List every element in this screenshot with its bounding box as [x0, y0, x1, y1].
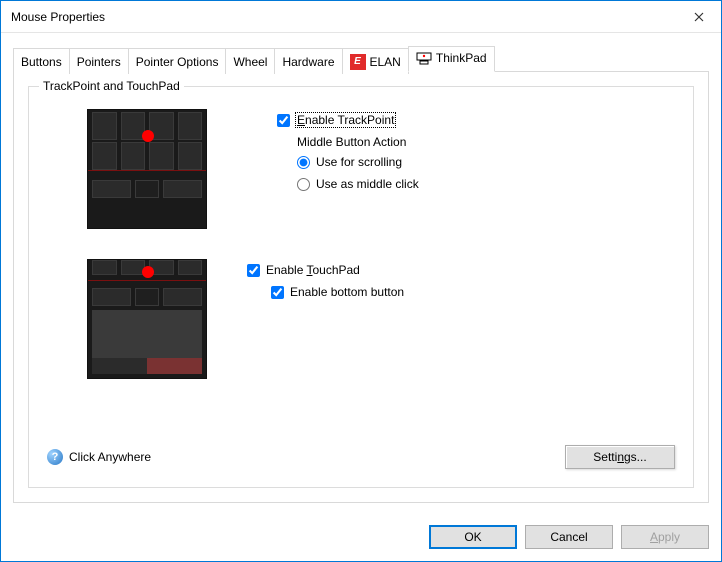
tab-buttons[interactable]: Buttons — [13, 48, 70, 74]
close-button[interactable] — [676, 1, 721, 33]
tab-label: ThinkPad — [436, 51, 487, 65]
ok-button[interactable]: OK — [429, 525, 517, 549]
tab-pointers[interactable]: Pointers — [69, 48, 129, 74]
groupbox-title: TrackPoint and TouchPad — [39, 79, 184, 93]
dialog-body: Buttons Pointers Pointer Options Wheel H… — [1, 33, 721, 515]
middle-button-action-label: Middle Button Action — [297, 135, 675, 149]
titlebar: Mouse Properties — [1, 1, 721, 33]
tab-label: Hardware — [282, 55, 334, 69]
enable-bottom-button-label: Enable bottom button — [290, 285, 404, 299]
tab-label: Wheel — [233, 55, 267, 69]
trackpoint-dot-icon — [142, 266, 154, 278]
tab-label: Pointers — [77, 55, 121, 69]
trackpoint-section: Enable TrackPoint Middle Button Action U… — [47, 109, 675, 229]
tab-hardware[interactable]: Hardware — [274, 48, 342, 74]
enable-touchpad-input[interactable] — [247, 264, 260, 277]
trackpoint-options: Enable TrackPoint Middle Button Action U… — [277, 109, 675, 199]
radio-use-as-middle-click[interactable]: Use as middle click — [297, 177, 675, 191]
click-anywhere-link[interactable]: ? Click Anywhere — [47, 449, 151, 465]
enable-bottom-button-input[interactable] — [271, 286, 284, 299]
radio-use-as-middle-click-input[interactable] — [297, 178, 310, 191]
radio-label: Use as middle click — [316, 177, 419, 191]
tab-label: Buttons — [21, 55, 62, 69]
click-anywhere-label: Click Anywhere — [69, 450, 151, 464]
dialog-button-row: OK Cancel Apply — [1, 515, 721, 561]
touchpad-preview — [87, 259, 207, 379]
enable-trackpoint-label: Enable TrackPoint — [296, 113, 395, 127]
apply-button[interactable]: Apply — [621, 525, 709, 549]
enable-trackpoint-checkbox[interactable]: Enable TrackPoint — [277, 113, 675, 127]
tab-elan[interactable]: E ELAN — [342, 48, 409, 74]
thinkpad-icon — [416, 50, 432, 66]
tab-wheel[interactable]: Wheel — [225, 48, 275, 74]
group-bottom-row: ? Click Anywhere Settings... — [47, 445, 675, 469]
enable-touchpad-label: Enable TouchPad — [266, 263, 360, 277]
radio-label: Use for scrolling — [316, 155, 402, 169]
enable-trackpoint-input[interactable] — [277, 114, 290, 127]
window-title: Mouse Properties — [11, 10, 676, 24]
radio-use-for-scrolling-input[interactable] — [297, 156, 310, 169]
tab-thinkpad[interactable]: ThinkPad — [408, 46, 495, 72]
mouse-properties-dialog: Mouse Properties Buttons Pointers Pointe… — [0, 0, 722, 562]
group-trackpoint-touchpad: TrackPoint and TouchPad Enable TrackPoin… — [28, 86, 694, 488]
elan-icon: E — [350, 54, 366, 70]
tab-strip: Buttons Pointers Pointer Options Wheel H… — [13, 46, 709, 72]
trackpoint-dot-icon — [142, 130, 154, 142]
tab-pointer-options[interactable]: Pointer Options — [128, 48, 227, 74]
touchpad-section: Enable TouchPad Enable bottom button — [47, 259, 675, 379]
trackpoint-preview — [87, 109, 207, 229]
help-icon: ? — [47, 449, 63, 465]
touchpad-options: Enable TouchPad Enable bottom button — [247, 259, 675, 307]
tab-label: ELAN — [370, 55, 401, 69]
close-icon — [694, 12, 704, 22]
radio-use-for-scrolling[interactable]: Use for scrolling — [297, 155, 675, 169]
tab-panel-thinkpad: TrackPoint and TouchPad Enable TrackPoin… — [13, 71, 709, 503]
settings-button[interactable]: Settings... — [565, 445, 675, 469]
enable-bottom-button-checkbox[interactable]: Enable bottom button — [271, 285, 675, 299]
tab-label: Pointer Options — [136, 55, 219, 69]
enable-touchpad-checkbox[interactable]: Enable TouchPad — [247, 263, 675, 277]
cancel-button[interactable]: Cancel — [525, 525, 613, 549]
